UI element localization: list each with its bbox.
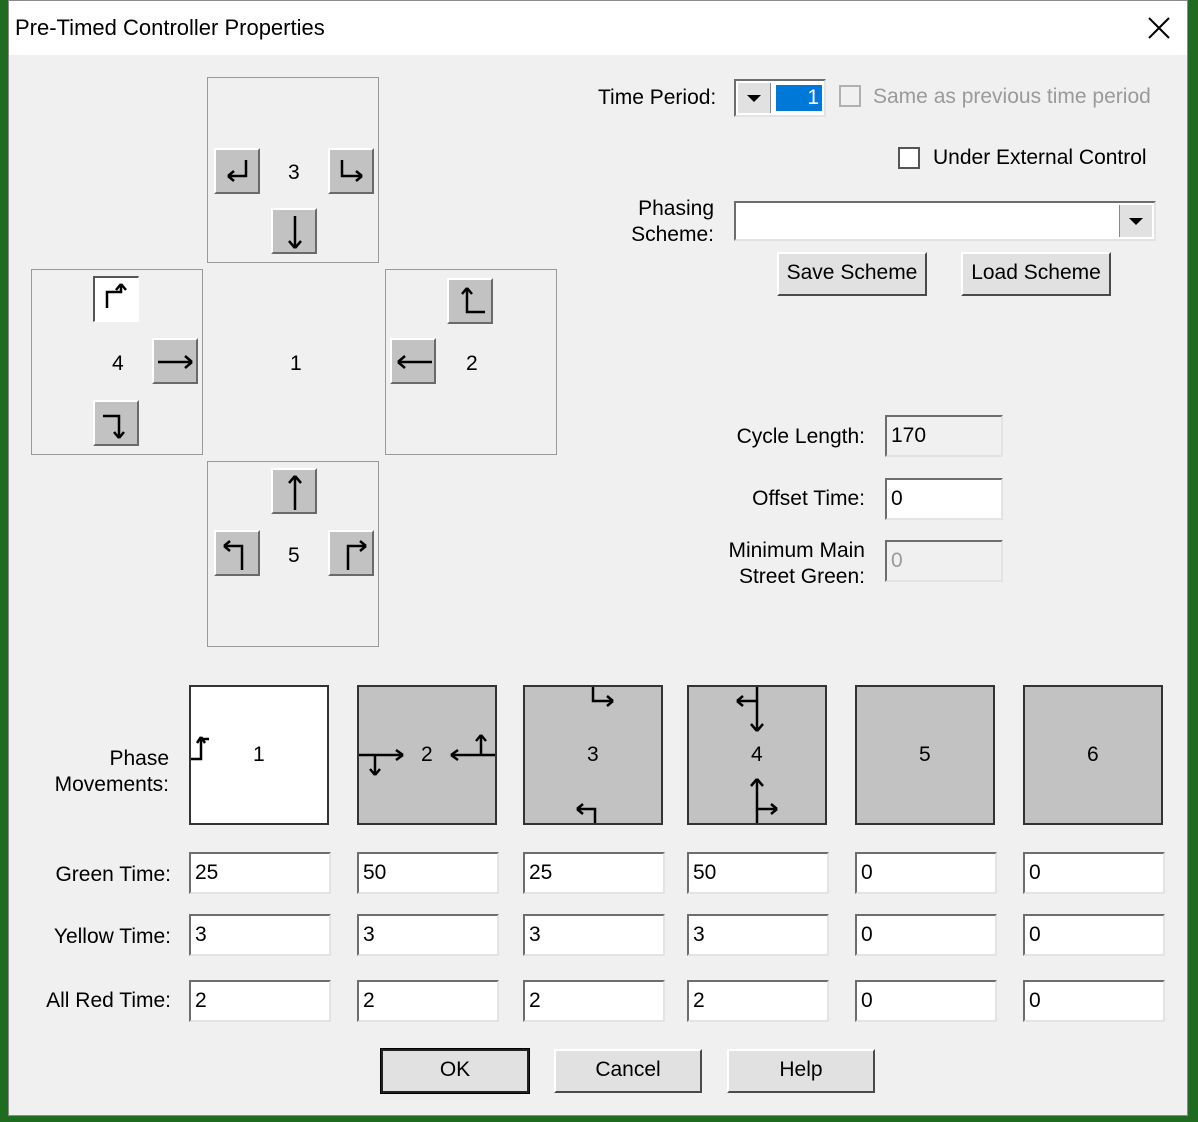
controller-properties-dialog: Pre-Timed Controller Properties 3 4 1 2 … [8,0,1188,1116]
approach-south: 5 [207,461,379,647]
movement-southbound-through-button[interactable] [271,208,317,254]
movement-northbound-left-button[interactable] [214,530,260,576]
all-red-time-phase-2[interactable] [357,980,499,1022]
ok-button[interactable]: OK [380,1048,530,1094]
movement-southbound-right-button[interactable] [214,148,260,194]
close-icon[interactable] [1139,11,1179,45]
cycle-length-label: Cycle Length: [736,425,865,448]
help-button[interactable]: Help [727,1049,875,1093]
approach-north: 3 [207,77,379,263]
min-main-green-field [885,540,1003,582]
all-red-time-phase-6[interactable] [1023,980,1165,1022]
phase-5-tile[interactable]: 5 [855,685,995,825]
approach-west: 4 [31,269,203,455]
save-scheme-button[interactable]: Save Scheme [777,252,927,296]
min-main-green-label-1: Minimum Main [728,539,865,562]
phase-1-number: 1 [253,743,265,766]
phasing-scheme-label-1: Phasing [638,197,714,220]
green-time-phase-4[interactable] [687,852,829,894]
phase-3-number: 3 [587,743,599,766]
all-red-time-label: All Red Time: [46,989,171,1012]
cycle-length-field[interactable] [885,415,1003,457]
yellow-time-label: Yellow Time: [53,925,171,948]
approach-east-number: 2 [466,352,478,375]
time-period-label: Time Period: [598,86,717,109]
yellow-time-phase-4[interactable] [687,914,829,956]
phasing-scheme-label-2: Scheme: [631,223,714,246]
approach-north-number: 3 [288,161,300,184]
cancel-button[interactable]: Cancel [554,1049,702,1093]
movement-southbound-left-button[interactable] [328,148,374,194]
intersection-center-number: 1 [290,352,302,375]
min-main-green-label-2: Street Green: [738,565,865,588]
phase-3-tile[interactable]: 3 [523,685,663,825]
phasing-scheme-select[interactable] [734,201,1156,241]
under-external-control-label: Under External Control [933,146,1147,169]
approach-east: 2 [385,269,557,455]
title-bar: Pre-Timed Controller Properties [9,1,1187,55]
chevron-down-icon[interactable] [1119,205,1152,237]
green-time-label: Green Time: [55,863,171,886]
phase-movements-label-2: Movements: [54,773,169,796]
under-external-control-checkbox[interactable] [898,147,920,169]
movement-eastbound-right-button[interactable] [93,400,139,446]
phase-4-tile[interactable]: 4 [687,685,827,825]
green-time-phase-2[interactable] [357,852,499,894]
yellow-time-phase-5[interactable] [855,914,997,956]
all-red-time-phase-3[interactable] [523,980,665,1022]
all-red-time-phase-1[interactable] [189,980,331,1022]
movement-westbound-through-button[interactable] [390,338,436,384]
phase-5-number: 5 [919,743,931,766]
phase-2-tile[interactable]: 2 [357,685,497,825]
yellow-time-phase-3[interactable] [523,914,665,956]
all-red-time-phase-5[interactable] [855,980,997,1022]
green-time-phase-1[interactable] [189,852,331,894]
time-period-value[interactable]: 1 [776,85,822,111]
phase-movements-label-1: Phase [109,747,169,770]
phase-2-number: 2 [421,743,433,766]
green-time-phase-6[interactable] [1023,852,1165,894]
movement-eastbound-left-button[interactable] [93,276,139,322]
load-scheme-button[interactable]: Load Scheme [961,252,1111,296]
approach-west-number: 4 [112,352,124,375]
yellow-time-phase-6[interactable] [1023,914,1165,956]
movement-northbound-right-button[interactable] [328,530,374,576]
same-as-previous-checkbox[interactable] [839,85,861,107]
movement-westbound-right-button[interactable] [447,278,493,324]
movement-eastbound-through-button[interactable] [152,338,198,384]
window-title: Pre-Timed Controller Properties [15,15,325,40]
phase-1-tile[interactable]: 1 [189,685,329,825]
offset-time-label: Offset Time: [752,487,865,510]
all-red-time-phase-4[interactable] [687,980,829,1022]
phase-4-number: 4 [751,743,763,766]
phase-6-number: 6 [1087,743,1099,766]
yellow-time-phase-1[interactable] [189,914,331,956]
movement-northbound-through-button[interactable] [271,468,317,514]
approach-south-number: 5 [288,544,300,567]
green-time-phase-5[interactable] [855,852,997,894]
chevron-down-icon[interactable] [738,83,771,113]
phase-6-tile[interactable]: 6 [1023,685,1163,825]
offset-time-field[interactable] [885,478,1003,520]
yellow-time-phase-2[interactable] [357,914,499,956]
green-time-phase-3[interactable] [523,852,665,894]
time-period-spinner[interactable]: 1 [734,79,826,117]
same-as-previous-label: Same as previous time period [873,85,1151,108]
